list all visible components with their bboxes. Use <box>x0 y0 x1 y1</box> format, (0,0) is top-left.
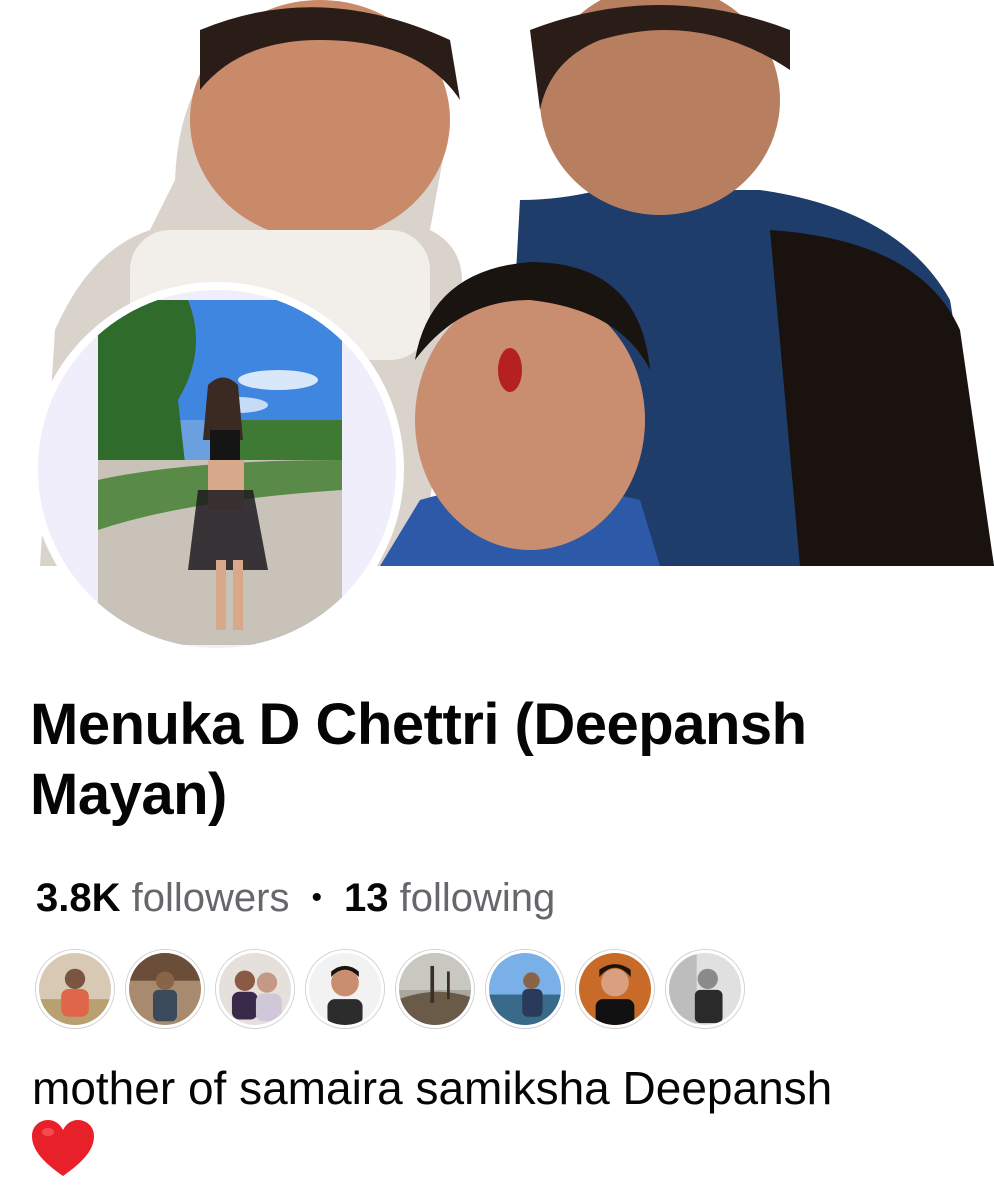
friend-avatar[interactable] <box>126 950 204 1028</box>
friend-avatar-image <box>39 953 111 1025</box>
friend-avatar-image <box>129 953 201 1025</box>
following-count: 13 <box>343 875 389 920</box>
friend-avatar-image <box>669 953 741 1025</box>
friend-avatar-image <box>399 953 471 1025</box>
friend-avatar[interactable] <box>216 950 294 1028</box>
friend-avatar-image <box>309 953 381 1025</box>
friend-avatar-image <box>219 953 291 1025</box>
friend-avatar[interactable] <box>306 950 384 1028</box>
followers-label: followers <box>131 875 290 920</box>
profile-picture[interactable] <box>30 282 404 656</box>
followers-count: 3.8K <box>36 875 121 920</box>
following-label: following <box>399 875 556 920</box>
red-heart-icon <box>32 1120 94 1176</box>
stats-separator: • <box>311 881 322 914</box>
friend-avatar[interactable] <box>36 950 114 1028</box>
friend-avatar[interactable] <box>396 950 474 1028</box>
following-link[interactable]: 13 following <box>344 876 555 921</box>
followers-link[interactable]: 3.8K followers <box>36 876 289 921</box>
profile-picture-image <box>38 290 396 648</box>
mutual-friends-row <box>36 950 744 1030</box>
friend-avatar-image <box>489 953 561 1025</box>
friend-avatar[interactable] <box>576 950 654 1028</box>
friend-avatar[interactable] <box>666 950 744 1028</box>
friend-avatar[interactable] <box>486 950 564 1028</box>
friend-avatar-image <box>579 953 651 1025</box>
profile-picture-frame <box>38 290 396 648</box>
profile-bio: mother of samaira samiksha Deepansh <box>32 1062 833 1114</box>
profile-name: Menuka D Chettri (Deepansh Mayan) <box>30 692 807 827</box>
profile-page: Menuka D Chettri (Deepansh Mayan) 3.8K f… <box>0 0 994 1200</box>
profile-stats: 3.8K followers • 13 following <box>36 872 555 924</box>
